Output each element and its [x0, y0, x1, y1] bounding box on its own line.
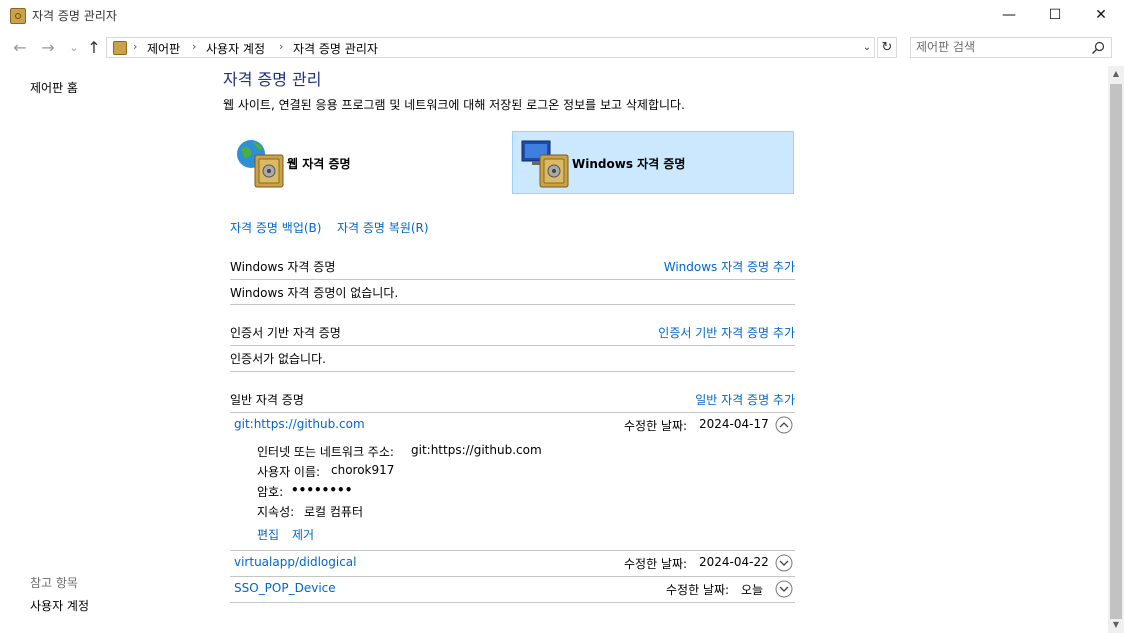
- windows-credentials-empty: Windows 자격 증명이 없습니다.: [230, 286, 399, 300]
- search-icon[interactable]: [1090, 40, 1106, 56]
- add-certificate-credential-link[interactable]: 인증서 기반 자격 증명 추가: [658, 324, 795, 341]
- credential-manager-icon: [10, 8, 26, 24]
- page-title: 자격 증명 관리: [223, 70, 322, 89]
- divider: [230, 304, 795, 305]
- password-value: ••••••••: [291, 483, 353, 497]
- restore-credentials-link[interactable]: 자격 증명 복원(R): [337, 219, 429, 236]
- backup-credentials-link[interactable]: 자격 증명 백업(B): [230, 219, 321, 236]
- collapse-chevron-icon[interactable]: [775, 416, 793, 434]
- divider: [230, 602, 795, 603]
- credential-name[interactable]: SSO_POP_Device: [234, 581, 336, 595]
- divider: [230, 279, 795, 280]
- web-credentials-label[interactable]: 웹 자격 증명: [287, 155, 351, 172]
- refresh-icon[interactable]: ↻: [877, 37, 897, 58]
- divider: [230, 345, 795, 346]
- generic-credentials-heading: 일반 자격 증명: [230, 393, 304, 407]
- windows-credentials-heading: Windows 자격 증명: [230, 260, 336, 274]
- certificate-credentials-heading: 인증서 기반 자격 증명: [230, 326, 341, 340]
- breadcrumb-credential-manager[interactable]: 자격 증명 관리자: [293, 40, 378, 57]
- expand-chevron-icon[interactable]: [775, 554, 793, 572]
- maximize-button[interactable]: ☐: [1032, 0, 1078, 32]
- search-input[interactable]: [916, 39, 1076, 55]
- modified-date: 오늘: [741, 583, 764, 597]
- modified-label: 수정한 날짜:: [666, 583, 730, 597]
- address-value: git:https://github.com: [411, 443, 542, 457]
- minimize-button[interactable]: —: [986, 0, 1032, 32]
- scroll-up-arrow-icon[interactable]: ▲: [1108, 66, 1124, 82]
- web-credentials-icon: [237, 140, 284, 188]
- address-dropdown-icon[interactable]: ⌄: [858, 38, 876, 57]
- user-accounts-link[interactable]: 사용자 계정: [30, 597, 89, 614]
- username-value: chorok917: [331, 463, 395, 477]
- divider: [230, 371, 795, 372]
- windows-credentials-label[interactable]: Windows 자격 증명: [572, 155, 685, 172]
- breadcrumb-separator[interactable]: ›: [279, 40, 283, 53]
- back-arrow-icon[interactable]: ←: [10, 38, 30, 58]
- breadcrumb-user-accounts[interactable]: 사용자 계정: [206, 40, 265, 57]
- persistence-label: 지속성:: [257, 505, 295, 519]
- address-label: 인터넷 또는 네트워크 주소:: [257, 445, 394, 459]
- forward-arrow-icon[interactable]: →: [38, 38, 58, 58]
- credential-name[interactable]: git:https://github.com: [234, 417, 365, 431]
- certificate-credentials-empty: 인증서가 없습니다.: [230, 352, 326, 366]
- control-panel-home-link[interactable]: 제어판 홈: [30, 79, 78, 96]
- breadcrumb-separator[interactable]: ›: [133, 40, 137, 53]
- username-label: 사용자 이름:: [257, 465, 321, 479]
- see-also-heading: 참고 항목: [30, 576, 78, 590]
- breadcrumb-control-panel[interactable]: 제어판: [147, 40, 180, 57]
- remove-credential-link[interactable]: 제거: [292, 526, 314, 543]
- edit-credential-link[interactable]: 편집: [257, 526, 279, 543]
- title-bar: [0, 0, 1124, 32]
- modified-label: 수정한 날짜:: [624, 419, 688, 433]
- up-arrow-icon[interactable]: ↑: [84, 38, 104, 58]
- modified-date: 2024-04-17: [699, 417, 769, 431]
- recent-locations-icon[interactable]: ⌄: [64, 38, 84, 58]
- password-label: 암호:: [257, 485, 284, 499]
- modified-label: 수정한 날짜:: [624, 557, 688, 571]
- list-item[interactable]: [230, 413, 795, 550]
- persistence-value: 로컬 컴퓨터: [304, 505, 364, 519]
- control-panel-icon: [113, 41, 127, 55]
- add-generic-credential-link[interactable]: 일반 자격 증명 추가: [695, 391, 795, 408]
- modified-date: 2024-04-22: [699, 555, 769, 569]
- window-title: 자격 증명 관리자: [32, 9, 117, 23]
- expand-chevron-icon[interactable]: [775, 580, 793, 598]
- add-windows-credential-link[interactable]: Windows 자격 증명 추가: [664, 258, 795, 275]
- page-description: 웹 사이트, 연결된 응용 프로그램 및 네트워크에 대해 저장된 로그온 정보…: [223, 98, 685, 112]
- breadcrumb-separator[interactable]: ›: [192, 40, 196, 53]
- credential-name[interactable]: virtualapp/didlogical: [234, 555, 356, 569]
- scroll-thumb[interactable]: [1110, 84, 1122, 619]
- windows-credentials-icon: [521, 140, 569, 188]
- close-button[interactable]: ✕: [1078, 0, 1124, 32]
- scroll-down-arrow-icon[interactable]: ▼: [1108, 617, 1124, 633]
